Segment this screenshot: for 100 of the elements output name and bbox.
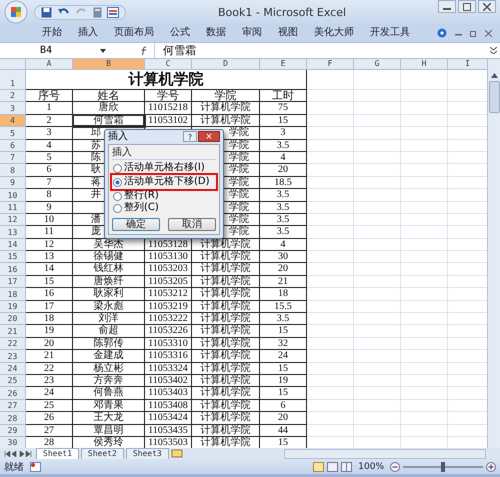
ribbon-tab[interactable]: 美化大师	[306, 26, 362, 40]
row-header[interactable]: 5	[0, 127, 26, 140]
table-cell: 计算机学院	[192, 362, 260, 375]
row-header[interactable]: 8	[0, 164, 26, 177]
dialog-button[interactable]: 确定	[112, 218, 160, 231]
close-button[interactable]	[478, 0, 496, 13]
sheet-tab[interactable]: Sheet3	[126, 448, 169, 460]
table-cell: 15	[260, 114, 307, 128]
sheet-tab[interactable]: Sheet2	[80, 448, 124, 460]
ribbon-tab[interactable]: 开始	[34, 26, 70, 40]
row-header[interactable]: 13	[0, 226, 26, 239]
scroll-thumb[interactable]	[488, 81, 500, 113]
ribbon-tab[interactable]: 数据	[198, 26, 234, 40]
row-header[interactable]: 11	[0, 202, 26, 214]
row-header[interactable]: 20	[0, 313, 26, 326]
row-header[interactable]: 23	[0, 350, 26, 363]
zoom-in-icon[interactable]	[486, 462, 496, 472]
row-header[interactable]: 10	[0, 189, 26, 202]
zoom-slider[interactable]	[441, 462, 445, 472]
table-cell: 刘洋	[73, 313, 145, 326]
row-header[interactable]: 6	[0, 140, 26, 152]
restore-button[interactable]	[458, 0, 476, 13]
row-header[interactable]: 26	[0, 387, 26, 400]
empty-cell	[307, 387, 354, 400]
zoom-out-icon[interactable]	[390, 462, 400, 472]
column-header[interactable]: C	[145, 59, 192, 70]
scroll-up-icon[interactable]	[490, 73, 498, 78]
zoom-level[interactable]: 100%	[358, 462, 384, 472]
row-header[interactable]: 17	[0, 276, 26, 288]
restore-icon[interactable]	[470, 30, 477, 36]
save-icon[interactable]	[41, 6, 52, 18]
table-cell: 唐焕纤	[73, 276, 145, 288]
table-cell: 11053424	[145, 412, 192, 425]
column-header[interactable]: H	[401, 59, 448, 70]
sheet-nav-icon[interactable]	[4, 450, 34, 456]
table-cell: 3.5	[260, 214, 307, 226]
row-header[interactable]: 3	[0, 102, 26, 115]
macro-record-icon[interactable]	[30, 462, 41, 472]
dialog-button[interactable]: 取消	[168, 218, 216, 231]
column-header[interactable]: F	[307, 59, 354, 70]
row-header[interactable]: 15	[0, 251, 26, 264]
sheet-tab[interactable]: Sheet1	[36, 448, 79, 460]
page-layout-icon[interactable]	[327, 462, 338, 472]
expand-icon[interactable]	[490, 47, 497, 54]
table-cell: 计算机学院	[192, 102, 260, 115]
help-button[interactable]: ?	[183, 131, 197, 142]
vertical-scrollbar[interactable]	[487, 59, 500, 448]
column-header[interactable]: B	[73, 59, 145, 70]
row-header[interactable]: 29	[0, 424, 26, 437]
normal-view-icon[interactable]	[313, 462, 324, 472]
ribbon-tab[interactable]: 插入	[70, 26, 106, 40]
help-icon[interactable]	[437, 28, 447, 38]
row-header[interactable]: 18	[0, 288, 26, 301]
empty-cell	[401, 374, 448, 388]
table-cell: 1	[26, 102, 73, 115]
name-box[interactable]: B4	[0, 45, 80, 56]
minimize-button[interactable]	[438, 0, 456, 13]
close-button[interactable]: ×	[198, 131, 220, 142]
form-icon[interactable]	[107, 6, 119, 18]
horizontal-scrollbar[interactable]	[284, 448, 486, 458]
table-cell: 14	[26, 263, 73, 276]
row-header[interactable]: 2	[0, 90, 26, 102]
empty-cell	[307, 350, 354, 363]
new-sheet-icon[interactable]	[170, 449, 183, 458]
row-header[interactable]: 22	[0, 338, 26, 350]
table-cell: 11053205	[145, 276, 192, 288]
row-header[interactable]: 9	[0, 176, 26, 190]
row-header[interactable]: 1	[0, 70, 26, 90]
formula-field[interactable]: 何雪霜	[154, 43, 486, 58]
page-break-icon[interactable]	[341, 462, 352, 472]
row-header[interactable]: 21	[0, 325, 26, 338]
ribbon-tab[interactable]: 页面布局	[106, 26, 162, 40]
ribbon-tab[interactable]: 公式	[162, 26, 198, 40]
row-header[interactable]: 7	[0, 152, 26, 164]
column-header[interactable]: E	[260, 59, 307, 70]
column-header[interactable]: G	[354, 59, 401, 70]
ribbon-tab[interactable]: 开发工具	[362, 26, 418, 40]
column-header[interactable]: I	[448, 59, 488, 70]
table-cell: 21	[260, 276, 307, 288]
column-header[interactable]: A	[26, 59, 73, 70]
dropdown-caret-icon[interactable]	[100, 48, 106, 52]
ribbon-tab[interactable]: 审阅	[234, 26, 270, 40]
row-header[interactable]: 28	[0, 412, 26, 425]
ribbon-tab[interactable]: 视图	[270, 26, 306, 40]
row-header[interactable]: 19	[0, 300, 26, 314]
close-icon[interactable]	[485, 30, 492, 36]
column-header[interactable]: D	[192, 59, 260, 70]
row-header[interactable]: 24	[0, 362, 26, 375]
empty-cell	[401, 164, 448, 177]
row-header[interactable]: 25	[0, 374, 26, 388]
row-header[interactable]: 4	[0, 114, 26, 128]
row-header[interactable]: 16	[0, 263, 26, 276]
calculator-icon[interactable]	[93, 6, 102, 18]
empty-cell	[354, 325, 401, 338]
row-header[interactable]: 27	[0, 400, 26, 412]
table-cell: 21	[26, 350, 73, 363]
row-header[interactable]: 30	[0, 436, 26, 448]
office-logo-icon[interactable]	[4, 0, 28, 24]
row-header[interactable]: 14	[0, 238, 26, 252]
row-header[interactable]: 12	[0, 214, 26, 226]
